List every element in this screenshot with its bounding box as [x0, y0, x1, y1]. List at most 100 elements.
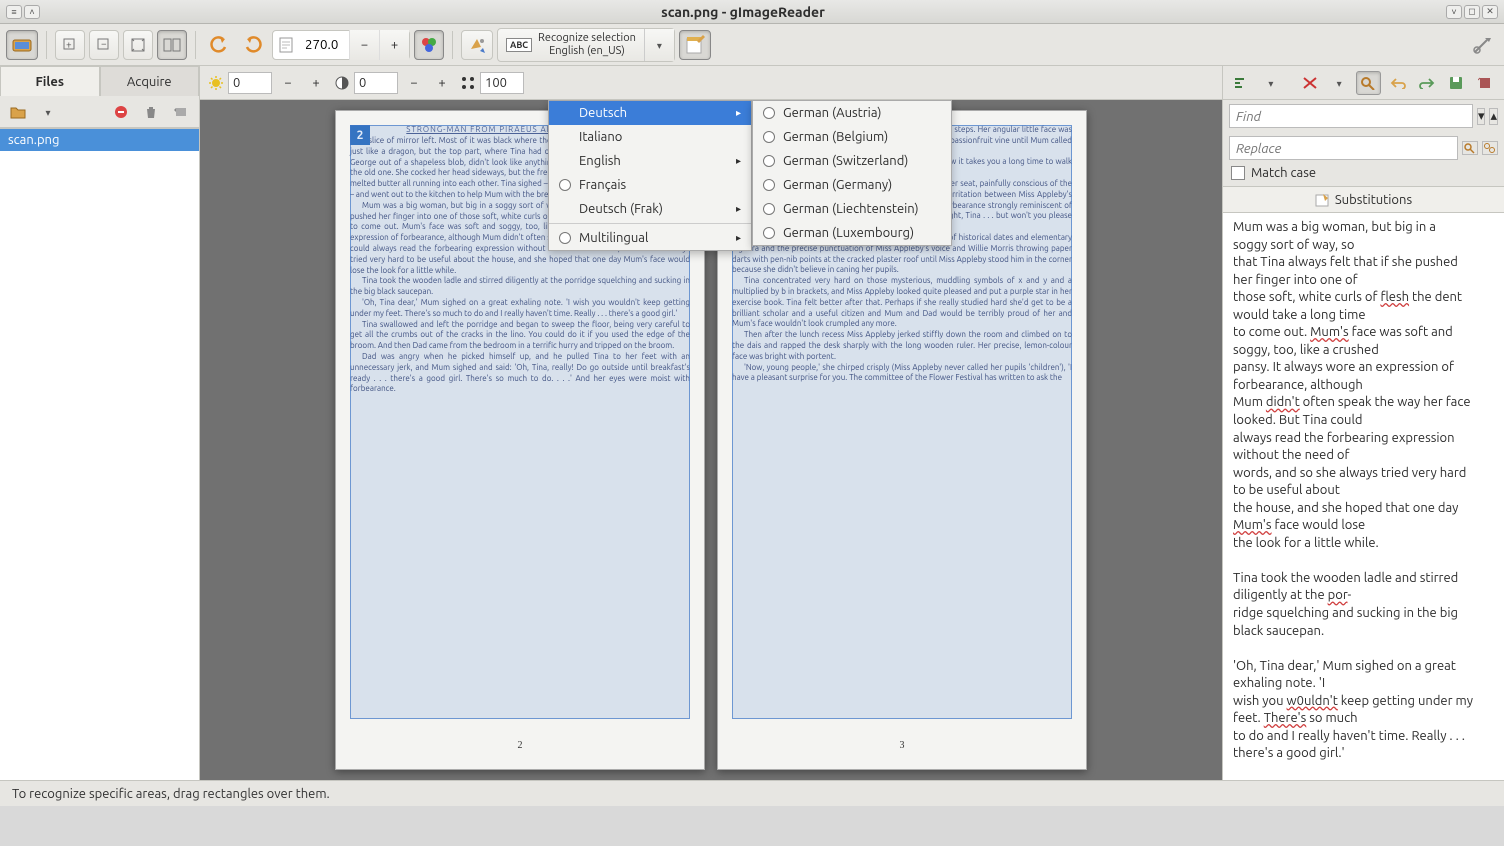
- spellcheck-word[interactable]: w0uldn't: [1287, 694, 1338, 708]
- remove-file-button[interactable]: [109, 101, 133, 123]
- language-submenu-item[interactable]: German (Liechtenstein): [753, 197, 951, 221]
- language-menu-label: Deutsch: [579, 106, 627, 120]
- wm-minimize-icon[interactable]: ˅: [1446, 5, 1462, 19]
- spellcheck-word[interactable]: Mum's: [1233, 518, 1272, 532]
- rotation-plus-button[interactable]: +: [379, 30, 409, 60]
- page-number: 2: [336, 740, 704, 751]
- output-mode-button[interactable]: [1229, 71, 1254, 95]
- language-menu-item[interactable]: Français: [549, 173, 751, 197]
- submenu-arrow-icon: ▸: [736, 232, 741, 244]
- language-submenu-label: German (Germany): [783, 178, 892, 192]
- strip-linebreaks-button[interactable]: [1297, 71, 1322, 95]
- open-file-button[interactable]: [6, 101, 30, 123]
- wm-menu-icon[interactable]: ≡: [6, 5, 22, 19]
- language-submenu-item[interactable]: German (Germany): [753, 173, 951, 197]
- output-panel-button[interactable]: [679, 30, 711, 60]
- delete-file-button[interactable]: [139, 101, 163, 123]
- language-submenu-label: German (Liechtenstein): [783, 202, 919, 216]
- brightness-minus[interactable]: −: [276, 72, 300, 94]
- language-submenu-item[interactable]: German (Belgium): [753, 125, 951, 149]
- find-prev-button[interactable]: ▾: [1477, 108, 1486, 125]
- language-menu-item[interactable]: Multilingual▸: [549, 226, 751, 250]
- contrast-icon: [334, 75, 350, 91]
- resolution-value[interactable]: 100: [480, 72, 524, 94]
- language-menu-label: English: [579, 154, 621, 168]
- match-case-checkbox[interactable]: [1231, 166, 1245, 180]
- abc-icon: ABC: [506, 38, 532, 52]
- save-output-button[interactable]: [1444, 71, 1469, 95]
- language-menu[interactable]: Deutsch▸ItalianoEnglish▸FrançaisDeutsch …: [548, 100, 752, 251]
- tab-acquire[interactable]: Acquire: [100, 66, 200, 96]
- selection-number-2: 2: [350, 125, 370, 145]
- language-menu-item[interactable]: Deutsch (Frak) ▸: [549, 197, 751, 221]
- wm-close-icon[interactable]: ✕: [1482, 5, 1498, 19]
- language-menu-item[interactable]: Deutsch▸: [549, 101, 751, 125]
- output-textarea[interactable]: Mum was a big woman, but big in asoggy s…: [1223, 213, 1504, 780]
- recognize-dropdown-button[interactable]: [644, 29, 674, 61]
- zoom-out-button[interactable]: −: [89, 30, 119, 60]
- rotate-right-button[interactable]: [238, 30, 268, 60]
- contrast-plus[interactable]: +: [430, 72, 454, 94]
- recognize-button[interactable]: ABC Recognize selection English (en_US): [498, 32, 644, 57]
- rotate-left-button[interactable]: [204, 30, 234, 60]
- undo-button[interactable]: [1385, 71, 1410, 95]
- clear-files-button[interactable]: [169, 101, 193, 123]
- spellcheck-word[interactable]: didn't: [1266, 395, 1300, 409]
- svg-text:+: +: [66, 39, 72, 50]
- image-controls-toolbar: 0 − + 0 − + 100: [200, 66, 1222, 100]
- file-item[interactable]: scan.png: [0, 129, 199, 151]
- find-replace-button[interactable]: [1356, 71, 1381, 95]
- page-number: 3: [718, 740, 1086, 751]
- redo-button[interactable]: [1414, 71, 1439, 95]
- page-canvas[interactable]: STRONG-MAN FROM PIRAEUS AND OTHER STORIE…: [200, 100, 1222, 780]
- zoom-original-button[interactable]: [157, 30, 187, 60]
- language-submenu-label: German (Switzerland): [783, 154, 908, 168]
- language-menu-item[interactable]: English▸: [549, 149, 751, 173]
- language-submenu-item[interactable]: German (Austria): [753, 101, 951, 125]
- preferences-button[interactable]: [1466, 30, 1498, 60]
- wm-shade-icon[interactable]: ˄: [24, 5, 40, 19]
- substitutions-icon: [1315, 193, 1329, 207]
- spellcheck-word[interactable]: por: [1328, 588, 1348, 602]
- replace-one-button[interactable]: [1462, 141, 1478, 155]
- output-mode-dropdown[interactable]: [1258, 71, 1283, 95]
- match-case-label: Match case: [1251, 166, 1316, 180]
- autodetect-button[interactable]: [461, 30, 493, 60]
- wm-maximize-icon[interactable]: ◻: [1464, 5, 1480, 19]
- tab-files[interactable]: Files: [0, 66, 100, 96]
- rotation-input[interactable]: [299, 32, 349, 58]
- recognize-label-1: Recognize selection: [538, 32, 636, 45]
- substitutions-label: Substitutions: [1335, 193, 1412, 207]
- language-menu-item[interactable]: Italiano: [549, 125, 751, 149]
- zoom-in-button[interactable]: +: [55, 30, 85, 60]
- language-submenu[interactable]: German (Austria)German (Belgium) German (…: [752, 100, 952, 246]
- find-input[interactable]: [1229, 104, 1473, 128]
- image-controls-button[interactable]: [414, 30, 444, 60]
- language-menu-label: Français: [579, 178, 626, 192]
- substitutions-button[interactable]: Substitutions: [1223, 187, 1504, 213]
- sources-panel-button[interactable]: [6, 30, 38, 60]
- clear-output-button[interactable]: [1473, 71, 1498, 95]
- contrast-minus[interactable]: −: [402, 72, 426, 94]
- strip-dropdown[interactable]: [1327, 71, 1352, 95]
- find-next-button[interactable]: ▴: [1489, 108, 1498, 125]
- replace-input[interactable]: [1229, 136, 1458, 160]
- spellcheck-word[interactable]: Mum's: [1310, 325, 1349, 339]
- file-list[interactable]: scan.png: [0, 128, 199, 780]
- language-submenu-item[interactable]: German (Luxembourg): [753, 221, 951, 245]
- language-submenu-item[interactable]: German (Switzerland): [753, 149, 951, 173]
- language-menu-label: Deutsch (Frak): [579, 202, 663, 216]
- spellcheck-word[interactable]: flesh: [1380, 290, 1409, 304]
- contrast-value[interactable]: 0: [354, 72, 398, 94]
- recognize-label-2: English (en_US): [549, 45, 625, 58]
- zoom-fit-button[interactable]: [123, 30, 153, 60]
- radio-icon: [559, 179, 571, 191]
- brightness-plus[interactable]: +: [304, 72, 328, 94]
- replace-all-button[interactable]: [1482, 141, 1498, 155]
- submenu-arrow-icon: ▸: [736, 203, 741, 215]
- spellcheck-word[interactable]: There's: [1264, 711, 1307, 725]
- rotation-minus-button[interactable]: −: [349, 30, 379, 60]
- image-viewer: 0 − + 0 − + 100 STRONG-MAN FROM PIRAEUS …: [200, 66, 1222, 780]
- brightness-value[interactable]: 0: [228, 72, 272, 94]
- open-recent-dropdown[interactable]: [36, 101, 60, 123]
